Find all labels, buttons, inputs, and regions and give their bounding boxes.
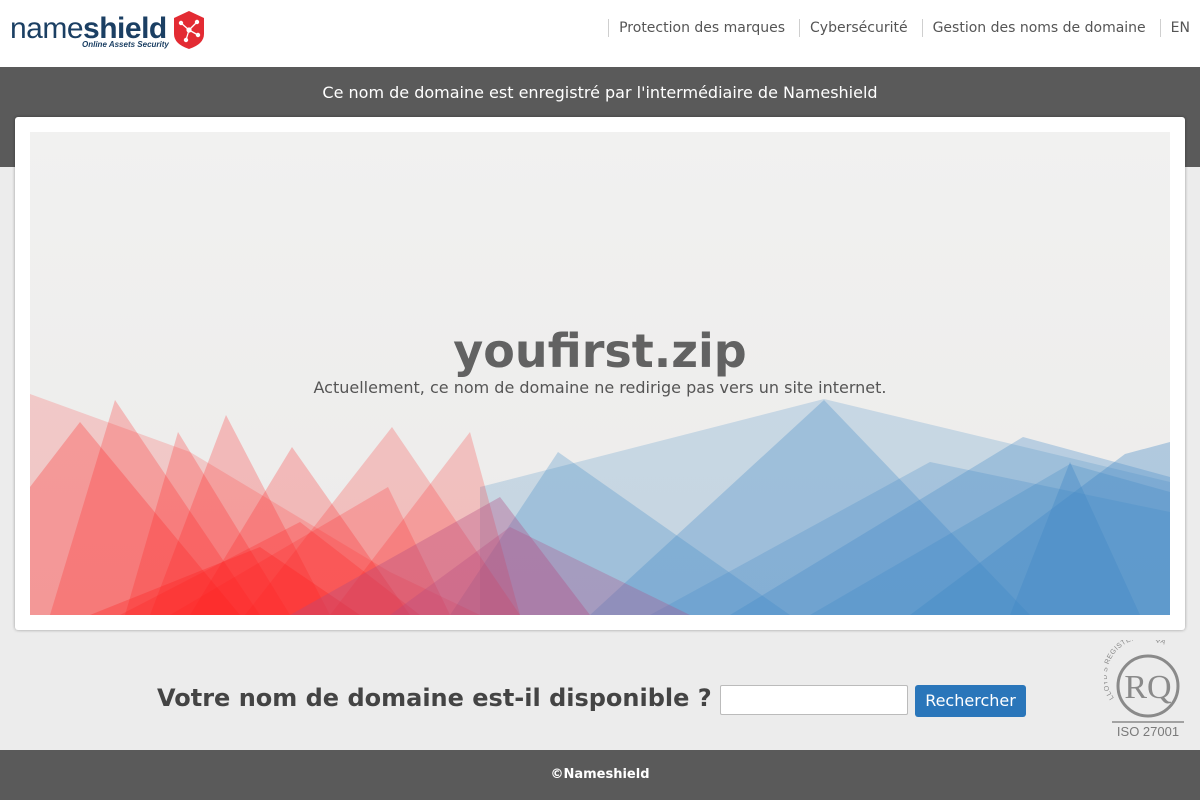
nav-item-cybersecurite[interactable]: Cybersécurité: [799, 19, 922, 37]
availability-question: Votre nom de domaine est-il disponible ?: [157, 684, 712, 712]
logo-wordmark-light: name: [10, 12, 84, 45]
iso-mark: RQ: [1124, 669, 1171, 706]
footer: ©Nameshield: [0, 750, 1200, 800]
hero-panel: youfirst.zip Actuellement, ce nom de dom…: [30, 132, 1170, 615]
domain-name-title: youfirst.zip: [453, 324, 747, 378]
top-nav: Protection des marques Cybersécurité Ges…: [608, 19, 1190, 37]
domain-search-input[interactable]: [720, 685, 908, 715]
nav-item-gestion-noms-domaine[interactable]: Gestion des noms de domaine: [921, 19, 1160, 37]
logo-tagline: Online Assets Security: [82, 40, 169, 49]
domain-card: youfirst.zip Actuellement, ce nom de dom…: [15, 117, 1185, 630]
nameshield-logo[interactable]: nameshield Online Assets Security: [10, 10, 210, 54]
search-button[interactable]: Rechercher: [915, 685, 1026, 717]
nav-item-protection-marques[interactable]: Protection des marques: [608, 19, 799, 37]
shield-logo-icon: [174, 11, 204, 49]
header: nameshield Online Assets Security Protec…: [0, 0, 1200, 67]
language-switch-en[interactable]: EN: [1159, 19, 1190, 37]
footer-copyright: ©Nameshield: [550, 767, 650, 782]
domain-status-text: Actuellement, ce nom de domaine ne redir…: [313, 378, 887, 397]
iso-label: ISO 27001: [1116, 724, 1180, 739]
registrar-notice: Ce nom de domaine est enregistré par l'i…: [322, 83, 878, 102]
